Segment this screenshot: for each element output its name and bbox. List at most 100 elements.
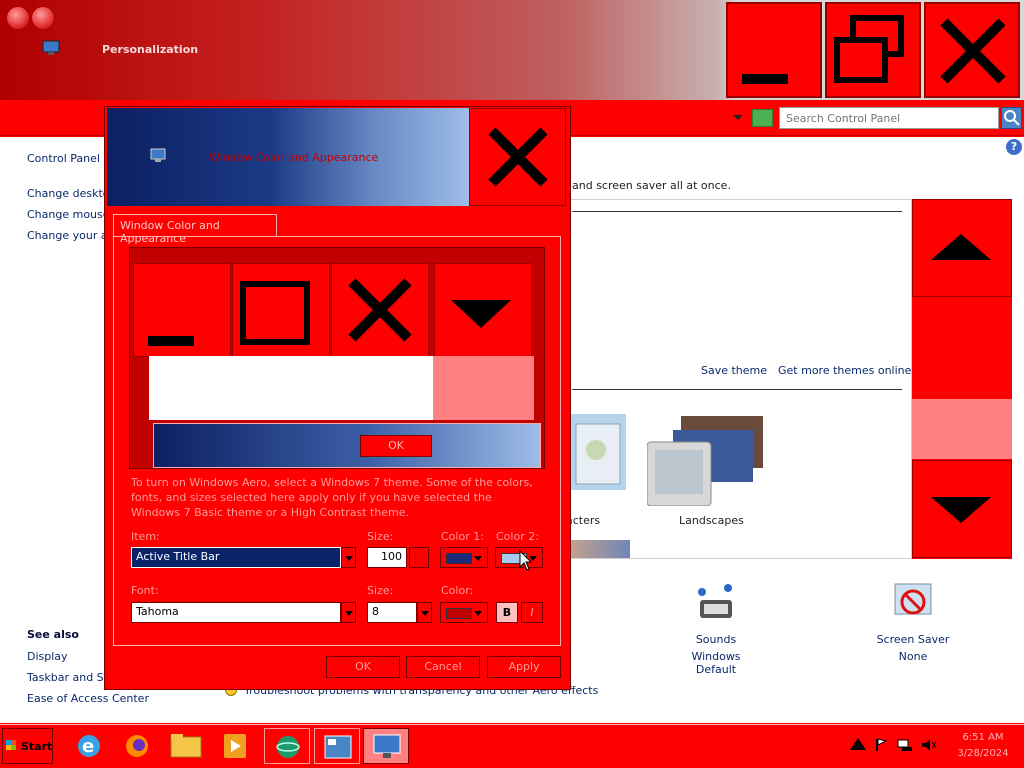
aero-info-text: To turn on Windows Aero, select a Window… bbox=[131, 476, 533, 519]
scrollbar-thumb[interactable] bbox=[912, 399, 1012, 459]
intro-text: and screen saver all at once. bbox=[572, 179, 731, 192]
theme-thumbnail-partial[interactable] bbox=[566, 540, 630, 558]
font-size-select[interactable]: 8 bbox=[367, 602, 417, 623]
screen-saver-tile[interactable]: Screen Saver None bbox=[868, 578, 958, 663]
preview-message-box bbox=[153, 423, 541, 468]
taskbar-personalization[interactable] bbox=[363, 728, 409, 764]
internet-explorer-icon: e bbox=[78, 735, 100, 757]
system-clock[interactable]: 6:51 AM 3/28/2024 bbox=[948, 730, 1018, 762]
firefox-icon bbox=[126, 735, 148, 757]
search-input[interactable] bbox=[779, 107, 999, 129]
address-dropdown-icon[interactable] bbox=[733, 115, 743, 120]
taskbar-internet-explorer[interactable]: e bbox=[66, 728, 112, 764]
close-button[interactable] bbox=[924, 2, 1020, 98]
font-dropdown-button[interactable] bbox=[341, 602, 356, 623]
screen-saver-icon bbox=[894, 583, 932, 615]
cancel-button[interactable]: Cancel bbox=[406, 656, 480, 678]
taskbar-firefox[interactable] bbox=[114, 728, 160, 764]
font-select[interactable]: Tahoma bbox=[131, 602, 341, 623]
item-size-spinner[interactable] bbox=[409, 547, 429, 568]
see-also-taskbar[interactable]: Taskbar and Sta bbox=[27, 671, 115, 684]
preview-scrollbar bbox=[433, 356, 534, 420]
refresh-button[interactable] bbox=[752, 109, 773, 127]
help-icon[interactable]: ? bbox=[1006, 139, 1022, 155]
screen-saver-label: Screen Saver bbox=[876, 633, 950, 646]
svg-text:e: e bbox=[82, 736, 94, 757]
save-theme-link[interactable]: Save theme bbox=[701, 364, 767, 377]
control-panel-icon bbox=[324, 735, 352, 759]
network-icon bbox=[276, 736, 300, 758]
clock-date: 3/28/2024 bbox=[957, 748, 1009, 759]
font-size-dropdown-button[interactable] bbox=[417, 602, 432, 623]
maximize-button[interactable] bbox=[825, 2, 921, 98]
dialog-title: Window Color and Appearance bbox=[209, 151, 379, 164]
action-center-flag-icon[interactable] bbox=[874, 738, 888, 752]
back-button[interactable] bbox=[6, 6, 30, 30]
color1-swatch bbox=[446, 553, 472, 564]
forward-button[interactable] bbox=[31, 6, 55, 30]
folder-icon bbox=[170, 734, 202, 758]
item-size-label: Size: bbox=[367, 530, 394, 543]
preview-minimize-button[interactable] bbox=[133, 263, 231, 357]
arrow-down-icon bbox=[451, 300, 511, 328]
italic-toggle[interactable]: I bbox=[521, 602, 543, 623]
font-color-button[interactable] bbox=[440, 602, 488, 623]
preview-ok-button[interactable]: OK bbox=[360, 435, 432, 457]
arrow-up-icon bbox=[931, 234, 991, 260]
monitor-icon bbox=[42, 40, 60, 55]
color1-label: Color 1: bbox=[441, 530, 484, 543]
taskbar-file-explorer[interactable] bbox=[163, 728, 209, 764]
scroll-down-button[interactable] bbox=[912, 460, 1012, 558]
show-hidden-icons[interactable] bbox=[848, 734, 868, 754]
item-dropdown-button[interactable] bbox=[341, 547, 356, 568]
close-icon bbox=[348, 278, 412, 342]
dialog-close-button[interactable] bbox=[469, 108, 566, 206]
clock-time: 6:51 AM bbox=[962, 732, 1004, 743]
taskbar-media-player[interactable] bbox=[212, 728, 258, 764]
monitor-icon bbox=[150, 148, 166, 162]
font-size-label: Size: bbox=[367, 584, 394, 597]
see-also-ease-of-access[interactable]: Ease of Access Center bbox=[27, 692, 149, 705]
see-also-display[interactable]: Display bbox=[27, 650, 68, 663]
minimize-button[interactable] bbox=[726, 2, 822, 98]
ok-button[interactable]: OK bbox=[326, 656, 400, 678]
minimize-icon bbox=[148, 336, 194, 346]
close-icon bbox=[488, 127, 548, 187]
sounds-value: Windows Default bbox=[691, 650, 741, 676]
preview-maximize-button[interactable] bbox=[232, 263, 330, 357]
theme-landscapes-label: Landscapes bbox=[679, 514, 744, 527]
item-size-input[interactable]: 100 bbox=[367, 547, 407, 568]
minimize-icon bbox=[742, 74, 788, 84]
maximize-icon bbox=[240, 281, 310, 345]
landscapes-theme-thumbnail[interactable] bbox=[646, 414, 767, 507]
window-title: Personalization bbox=[102, 43, 199, 56]
preview-close-button[interactable] bbox=[331, 263, 429, 357]
characters-theme-thumbnail[interactable] bbox=[566, 410, 632, 500]
more-themes-link[interactable]: Get more themes online bbox=[778, 364, 911, 377]
sounds-label: Sounds bbox=[695, 633, 737, 646]
volume-muted-icon[interactable] bbox=[921, 738, 937, 752]
close-icon bbox=[940, 18, 1006, 84]
network-tray-icon[interactable] bbox=[897, 738, 913, 752]
music-notes-icon bbox=[698, 584, 732, 618]
item-select[interactable]: Active Title Bar bbox=[131, 547, 341, 568]
theme-characters-label: acters bbox=[566, 514, 601, 527]
color2-label: Color 2: bbox=[496, 530, 539, 543]
taskbar-network-app[interactable] bbox=[264, 728, 310, 764]
sounds-tile[interactable]: Sounds Windows Default bbox=[674, 578, 758, 676]
font-label: Font: bbox=[131, 584, 159, 597]
sidebar-item-account-picture[interactable]: Change your ac bbox=[27, 229, 114, 242]
color1-button[interactable] bbox=[440, 547, 488, 568]
arrow-down-icon bbox=[931, 497, 991, 523]
bold-toggle[interactable]: B bbox=[496, 602, 518, 623]
preview-scroll-button[interactable] bbox=[434, 263, 532, 357]
font-color-swatch bbox=[446, 608, 472, 619]
tab-window-color[interactable]: Window Color and Appearance bbox=[113, 214, 277, 245]
apply-button[interactable]: Apply bbox=[487, 656, 561, 678]
screen-saver-value: None bbox=[898, 650, 928, 663]
taskbar-control-panel[interactable] bbox=[314, 728, 360, 764]
search-button[interactable] bbox=[1001, 107, 1022, 129]
search-icon bbox=[1004, 110, 1020, 126]
scroll-up-button[interactable] bbox=[912, 199, 1012, 297]
mouse-cursor-icon bbox=[519, 550, 533, 571]
